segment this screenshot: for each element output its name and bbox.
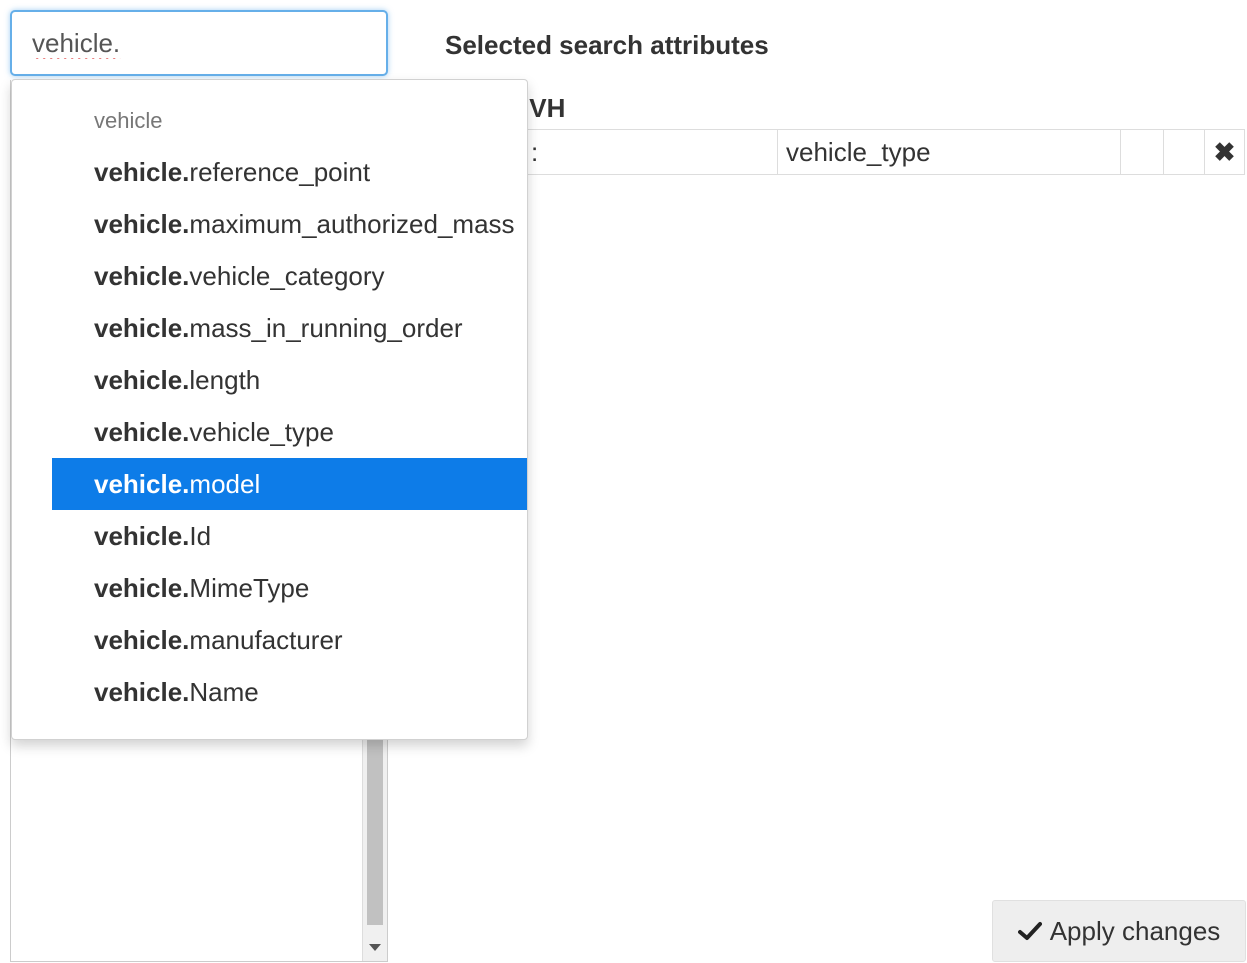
suggestion-item[interactable]: vehicle.reference_point: [52, 146, 527, 198]
suggestion-suffix: maximum_authorized_mass: [189, 209, 515, 239]
suggestion-prefix: vehicle.: [94, 313, 190, 343]
suggestion-prefix: vehicle.: [94, 521, 190, 551]
suggestion-item[interactable]: vehicle.manufacturer: [52, 614, 527, 666]
suggestion-item[interactable]: vehicle.mass_in_running_order: [52, 302, 527, 354]
suggestion-prefix: vehicle.: [94, 469, 190, 499]
suggestion-suffix: model: [189, 469, 261, 499]
suggestion-prefix: vehicle.: [94, 261, 190, 291]
suggestion-prefix: vehicle.: [94, 625, 190, 655]
suggestion-suffix: Id: [189, 521, 212, 551]
table-cell-extra: [1163, 129, 1205, 175]
suggestion-item[interactable]: vehicle.Name: [52, 666, 527, 718]
table-cell-attribute: vehicle_type: [777, 129, 1121, 175]
suggestion-item-active[interactable]: vehicle.model: [52, 458, 527, 510]
suggestion-suffix: length: [189, 365, 261, 395]
table-row: : vehicle_type ✖: [522, 129, 1245, 175]
suggestion-prefix: vehicle.: [94, 365, 190, 395]
apply-changes-button[interactable]: Apply changes: [992, 900, 1246, 962]
suggestion-item[interactable]: vehicle.vehicle_type: [52, 406, 527, 458]
table-cell-name: :: [522, 129, 778, 175]
scrollbar-thumb[interactable]: [367, 720, 383, 925]
scroll-down-arrow-icon[interactable]: [369, 944, 381, 951]
suggestion-item[interactable]: vehicle.MimeType: [52, 562, 527, 614]
suggestion-suffix: vehicle_category: [189, 261, 385, 291]
search-input[interactable]: [10, 10, 388, 76]
suggestion-suffix: vehicle_type: [189, 417, 334, 447]
dropdown-group-header: vehicle: [94, 108, 163, 133]
selected-attributes-table: : vehicle_type ✖: [522, 129, 1245, 175]
selected-attributes-heading: Selected search attributes: [445, 30, 769, 60]
autocomplete-dropdown: vehicle vehicle.reference_point vehicle.…: [11, 79, 528, 740]
suggestion-prefix: vehicle.: [94, 417, 190, 447]
suggestion-item[interactable]: vehicle.vehicle_category: [52, 250, 527, 302]
suggestion-suffix: MimeType: [189, 573, 310, 603]
apply-changes-label: Apply changes: [1049, 915, 1221, 946]
suggestion-prefix: vehicle.: [94, 677, 190, 707]
suggestion-suffix: reference_point: [189, 157, 371, 187]
suggestion-prefix: vehicle.: [94, 157, 190, 187]
table-cell-extra: [1120, 129, 1164, 175]
group-label: IVH: [522, 93, 566, 123]
suggestion-item[interactable]: vehicle.length: [52, 354, 527, 406]
suggestion-suffix: Name: [189, 677, 259, 707]
suggestion-prefix: vehicle.: [94, 209, 190, 239]
suggestion-prefix: vehicle.: [94, 573, 190, 603]
check-icon: [1017, 922, 1042, 940]
suggestion-suffix: manufacturer: [189, 625, 343, 655]
suggestion-item[interactable]: vehicle.Id: [52, 510, 527, 562]
suggestion-suffix: mass_in_running_order: [189, 313, 463, 343]
suggestion-item[interactable]: vehicle.maximum_authorized_mass: [52, 198, 527, 250]
remove-row-icon[interactable]: ✖: [1204, 129, 1245, 175]
